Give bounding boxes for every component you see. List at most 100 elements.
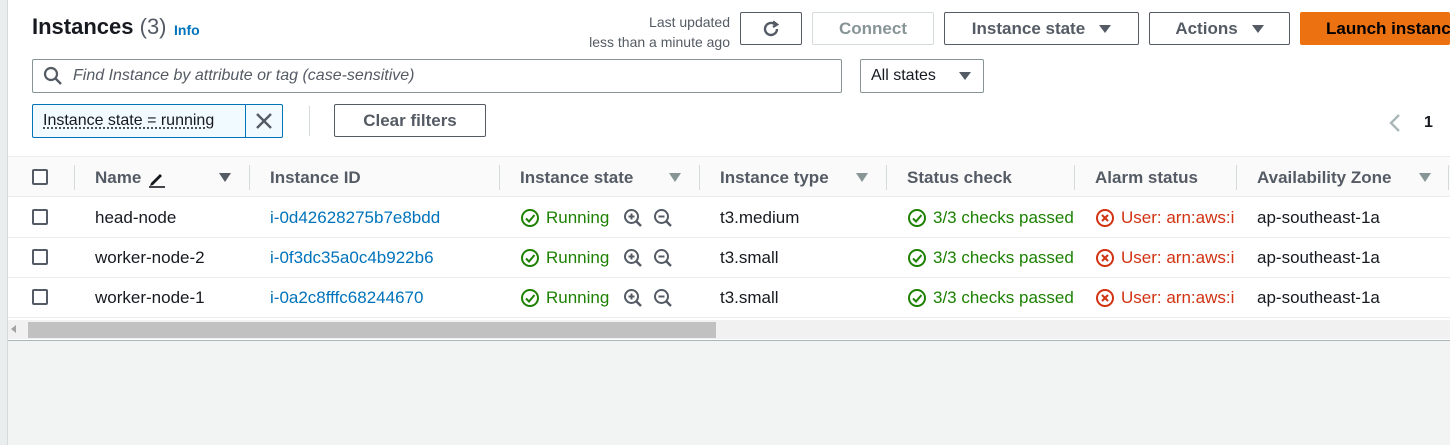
- caret-down-icon: [1251, 24, 1264, 33]
- actions-button[interactable]: Actions: [1149, 12, 1290, 45]
- edit-pencil-icon: [149, 173, 166, 188]
- zoom-out-icon[interactable]: [653, 248, 673, 268]
- search-icon: [43, 66, 62, 85]
- status-check-label: 3/3 checks passed: [933, 288, 1073, 307]
- status-check-label: 3/3 checks passed: [933, 208, 1073, 227]
- sort-icon[interactable]: [219, 173, 231, 182]
- page-title-text: Instances: [32, 14, 134, 39]
- check-circle-icon: [521, 249, 539, 267]
- cell-name: worker-node-2: [95, 248, 205, 267]
- close-icon: [256, 113, 272, 129]
- sort-icon[interactable]: [1419, 173, 1431, 182]
- column-header-name[interactable]: Name: [95, 157, 167, 198]
- check-circle-icon: [908, 289, 926, 307]
- search-input[interactable]: Find Instance by attribute or tag (case-…: [32, 59, 842, 93]
- check-circle-icon: [908, 249, 926, 267]
- alarm-status-label: User: arn:aws:iam: [1121, 288, 1235, 307]
- zoom-in-icon[interactable]: [623, 208, 643, 228]
- column-divider: [1448, 165, 1449, 190]
- page-number[interactable]: 1: [1424, 114, 1433, 132]
- cell-instance-type: t3.small: [720, 288, 779, 307]
- cell-instance-type: t3.small: [720, 248, 779, 267]
- row-checkbox[interactable]: [32, 249, 48, 265]
- cell-status-check[interactable]: 3/3 checks passed: [907, 278, 1073, 318]
- column-divider: [1236, 165, 1237, 190]
- cell-instance-id[interactable]: i-0a2c8fffc68244670: [270, 278, 423, 318]
- check-circle-icon: [521, 289, 539, 307]
- state-label: Running: [546, 248, 610, 267]
- clear-filters-button[interactable]: Clear filters: [334, 104, 486, 137]
- filter-token-label[interactable]: Instance state = running: [33, 105, 246, 137]
- column-header-alarm-status[interactable]: Alarm status: [1095, 157, 1198, 198]
- column-header-name-label: Name: [95, 167, 142, 187]
- connect-button[interactable]: Connect: [812, 12, 934, 45]
- panel-divider: [8, 340, 1450, 341]
- select-all-checkbox[interactable]: [32, 169, 48, 185]
- caret-down-icon: [959, 72, 971, 80]
- cell-name: worker-node-1: [95, 288, 205, 307]
- cell-alarm-status[interactable]: User: arn:aws:iam: [1095, 198, 1235, 238]
- refresh-button[interactable]: [740, 12, 802, 45]
- cell-instance-id[interactable]: i-0f3dc35a0c4b922b6: [270, 238, 434, 278]
- column-divider: [249, 165, 250, 190]
- page-title: Instances (3): [32, 14, 167, 40]
- chevron-left-icon[interactable]: [1388, 113, 1402, 133]
- cell-availability-zone: ap-southeast-1a: [1257, 288, 1380, 307]
- filter-token: Instance state = running: [32, 104, 283, 138]
- error-circle-icon: [1096, 209, 1114, 227]
- instance-count: (3): [139, 14, 167, 39]
- check-circle-icon: [521, 209, 539, 227]
- remove-filter-button[interactable]: [246, 112, 282, 130]
- search-placeholder: Find Instance by attribute or tag (case-…: [73, 67, 415, 84]
- instance-state-button[interactable]: Instance state: [944, 12, 1139, 45]
- cell-instance-state: Running: [520, 278, 690, 318]
- scroll-left-arrow[interactable]: [11, 325, 16, 333]
- table-row[interactable]: worker-node-2 i-0f3dc35a0c4b922b6 Running t…: [8, 238, 1450, 278]
- table-row[interactable]: head-node i-0d42628275b7e8bdd Running t3.me…: [8, 198, 1450, 238]
- cell-availability-zone: ap-southeast-1a: [1257, 248, 1380, 267]
- scrollbar-thumb[interactable]: [28, 322, 716, 338]
- state-label: Running: [546, 208, 610, 227]
- launch-instances-button[interactable]: Launch instances: [1300, 12, 1450, 45]
- cell-instance-id[interactable]: i-0d42628275b7e8bdd: [270, 198, 440, 238]
- row-checkbox[interactable]: [32, 209, 48, 225]
- status-check-label: 3/3 checks passed: [933, 248, 1073, 267]
- cell-alarm-status[interactable]: User: arn:aws:iam: [1095, 278, 1235, 318]
- state-filter-select[interactable]: All states: [860, 59, 984, 93]
- left-edge: [0, 0, 8, 445]
- actions-label: Actions: [1175, 18, 1238, 38]
- alarm-status-label: User: arn:aws:iam: [1121, 208, 1235, 227]
- zoom-out-icon[interactable]: [653, 208, 673, 228]
- column-divider: [886, 165, 887, 190]
- table-header: Name Instance ID Instance state Instance…: [8, 156, 1450, 197]
- zoom-in-icon[interactable]: [623, 248, 643, 268]
- info-link[interactable]: Info: [174, 22, 200, 38]
- last-updated: Last updated less than a minute ago: [589, 12, 730, 52]
- sort-icon[interactable]: [856, 173, 868, 182]
- cell-status-check[interactable]: 3/3 checks passed: [907, 238, 1073, 278]
- cell-status-check[interactable]: 3/3 checks passed: [907, 198, 1073, 238]
- column-header-instance-id[interactable]: Instance ID: [270, 157, 361, 198]
- column-header-status-check[interactable]: Status check: [907, 157, 1012, 198]
- column-header-availability-zone[interactable]: Availability Zone: [1257, 157, 1391, 198]
- cell-alarm-status[interactable]: User: arn:aws:iam: [1095, 238, 1235, 278]
- pagination: 1: [1388, 113, 1433, 133]
- zoom-in-icon[interactable]: [623, 288, 643, 308]
- caret-down-icon: [1099, 24, 1112, 33]
- column-header-instance-state[interactable]: Instance state: [520, 157, 633, 198]
- column-header-instance-type[interactable]: Instance type: [720, 157, 829, 198]
- filter-divider: [309, 106, 310, 136]
- state-label: Running: [546, 288, 610, 307]
- state-filter-value: All states: [871, 67, 936, 84]
- zoom-out-icon[interactable]: [653, 288, 673, 308]
- table-row[interactable]: worker-node-1 i-0a2c8fffc68244670 Running t…: [8, 278, 1450, 318]
- column-divider: [1074, 165, 1075, 190]
- column-divider: [74, 165, 75, 190]
- error-circle-icon: [1096, 289, 1114, 307]
- cell-instance-state: Running: [520, 198, 690, 238]
- instance-state-label: Instance state: [971, 18, 1086, 38]
- check-circle-icon: [908, 209, 926, 227]
- row-checkbox[interactable]: [32, 289, 48, 305]
- sort-icon[interactable]: [669, 173, 681, 182]
- last-updated-label: Last updated: [649, 14, 730, 30]
